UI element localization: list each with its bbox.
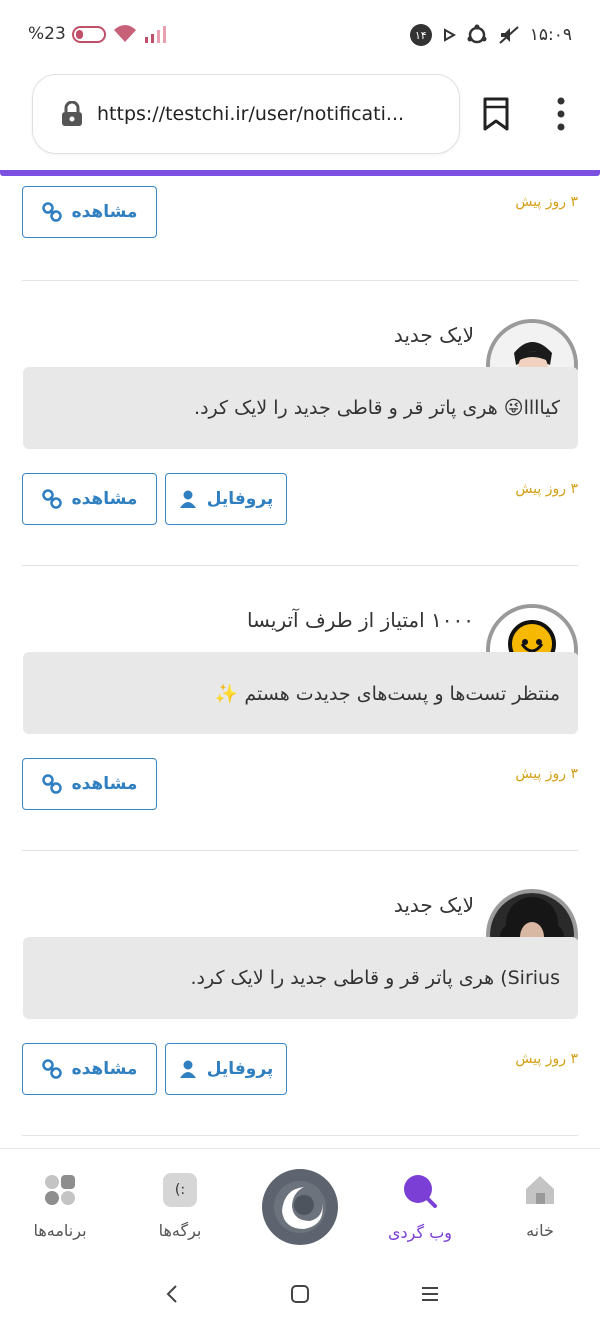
notification-message: Sirius) هری پاتر قر و قاطی جدید را لایک … bbox=[23, 937, 578, 1019]
mute-icon bbox=[499, 26, 519, 44]
menu-lines-icon bbox=[422, 1287, 438, 1301]
system-navigation bbox=[0, 1266, 600, 1333]
notification-message: منتظر تست‌ها و پست‌های جدیدت هستم ✨ bbox=[23, 652, 578, 734]
notification-time: ۳ روز پیش bbox=[515, 1051, 578, 1067]
notification-count-badge: ۱۴ bbox=[409, 24, 432, 46]
nav-pages-label: برگه‌ها bbox=[158, 1221, 202, 1240]
signal-icon bbox=[144, 26, 166, 43]
profile-button[interactable]: پروفایل bbox=[165, 1043, 287, 1095]
view-button[interactable]: مشاهده bbox=[22, 1043, 157, 1095]
notification-time: ۳ روز پیش bbox=[515, 194, 578, 210]
url-text: https://testchi.ir/user/notificati... bbox=[97, 103, 405, 125]
recents-button[interactable] bbox=[420, 1284, 440, 1308]
user-icon bbox=[179, 1060, 196, 1078]
notification-time: ۳ روز پیش bbox=[515, 766, 578, 782]
battery-icon bbox=[71, 25, 106, 43]
link-icon bbox=[41, 489, 62, 509]
view-label: مشاهده bbox=[71, 489, 138, 509]
search-icon bbox=[404, 1175, 437, 1208]
nav-apps[interactable]: برنامه‌ها bbox=[10, 1173, 110, 1240]
status-bar: %23 ۱۴ ۱۵:۰۹ bbox=[0, 0, 600, 70]
view-button[interactable]: مشاهده bbox=[22, 758, 157, 810]
notification-message: کیاااا😜 هری پاتر قر و قاطی جدید را لایک … bbox=[23, 367, 578, 449]
back-button[interactable] bbox=[164, 1284, 180, 1308]
bottom-navigation: خانه وب گردی (: برگه‌ها برنامه‌ها bbox=[0, 1148, 600, 1266]
nav-apps-label: برنامه‌ها bbox=[33, 1221, 87, 1240]
back-icon bbox=[166, 1285, 177, 1303]
logo-icon bbox=[274, 1181, 326, 1233]
link-icon bbox=[41, 202, 62, 222]
view-button[interactable]: مشاهده bbox=[22, 473, 157, 525]
battery-percent: %23 bbox=[28, 24, 66, 44]
notification-item: لایک جدید کیاااا😜 هری پاتر قر و قاطی جدی… bbox=[22, 281, 578, 565]
notification-title: لایک جدید bbox=[393, 893, 474, 917]
play-icon bbox=[443, 28, 456, 42]
home-icon bbox=[526, 1176, 554, 1204]
link-icon bbox=[41, 1059, 62, 1079]
apps-grid-icon bbox=[45, 1175, 75, 1205]
notification-title: ۱۰۰۰ امتیاز از طرف آتریسا bbox=[246, 608, 474, 632]
view-label: مشاهده bbox=[71, 202, 138, 222]
sync-icon bbox=[467, 24, 487, 44]
status-left: %23 bbox=[28, 24, 168, 44]
more-menu-icon[interactable] bbox=[556, 96, 566, 136]
pages-icon-text: (: bbox=[174, 1182, 186, 1198]
square-icon bbox=[291, 1285, 309, 1303]
clock: ۱۵:۰۹ bbox=[529, 25, 572, 45]
nav-browse-label: وب گردی bbox=[388, 1223, 452, 1242]
notification-item: لایک جدید Sirius) هری پاتر قر و قاطی جدی… bbox=[22, 851, 578, 1135]
bookmark-icon[interactable] bbox=[482, 96, 510, 136]
nav-home-label: خانه bbox=[526, 1221, 554, 1240]
app-logo-button[interactable] bbox=[262, 1169, 338, 1245]
profile-button[interactable]: پروفایل bbox=[165, 473, 287, 525]
view-label: مشاهده bbox=[71, 1059, 138, 1079]
view-button[interactable]: مشاهده bbox=[22, 186, 157, 238]
notification-title: لایک جدید bbox=[393, 323, 474, 347]
user-icon bbox=[179, 490, 196, 508]
notification-item: ۳ روز پیش مشاهده bbox=[22, 176, 578, 280]
nav-pages[interactable]: (: برگه‌ها bbox=[130, 1173, 230, 1240]
address-bar[interactable]: https://testchi.ir/user/notificati... bbox=[32, 74, 460, 154]
nav-browse[interactable]: وب گردی bbox=[370, 1173, 470, 1242]
lock-icon bbox=[62, 101, 82, 126]
notification-item: ۱۰۰۰ امتیاز از طرف آتریسا منتظر تست‌ها و… bbox=[22, 566, 578, 850]
pages-icon: (: bbox=[163, 1173, 197, 1207]
profile-label: پروفایل bbox=[206, 1059, 274, 1079]
status-right: ۱۴ ۱۵:۰۹ bbox=[409, 24, 572, 46]
profile-label: پروفایل bbox=[206, 489, 274, 509]
divider bbox=[22, 1135, 578, 1136]
nav-home[interactable]: خانه bbox=[490, 1173, 590, 1240]
view-label: مشاهده bbox=[71, 774, 138, 794]
wifi-icon bbox=[113, 25, 136, 42]
home-system-button[interactable] bbox=[290, 1284, 310, 1308]
link-icon bbox=[41, 774, 62, 794]
notifications-list: ۳ روز پیش مشاهده لایک جدید کیاااا😜 هری پ… bbox=[0, 176, 600, 1148]
notification-time: ۳ روز پیش bbox=[515, 481, 578, 497]
